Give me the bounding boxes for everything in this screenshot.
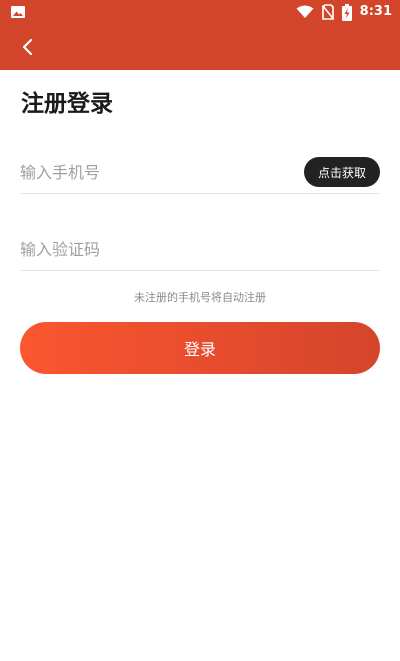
code-field-row — [20, 227, 380, 271]
auto-register-hint: 未注册的手机号将自动注册 — [134, 291, 266, 304]
image-notification-icon — [11, 6, 25, 18]
app-bar: 8:31 — [0, 0, 400, 70]
chevron-left-icon — [22, 38, 33, 56]
login-button[interactable]: 登录 — [20, 322, 380, 374]
back-button[interactable] — [12, 32, 44, 62]
status-time: 8:31 — [359, 4, 392, 19]
login-screen: 8:31 注册登录 点击获取 未注册的手机号将自动注册 登录 — [0, 0, 400, 661]
status-icons: 8:31 — [296, 3, 392, 21]
toolbar — [0, 24, 400, 70]
verification-code-input[interactable] — [20, 227, 380, 271]
status-bar: 8:31 — [0, 0, 400, 24]
no-sim-icon — [321, 4, 334, 20]
phone-input[interactable] — [20, 150, 290, 194]
page-title: 注册登录 — [21, 91, 113, 117]
phone-field-row: 点击获取 — [20, 150, 380, 194]
wifi-icon — [296, 5, 314, 18]
get-code-button[interactable]: 点击获取 — [304, 157, 380, 187]
battery-charging-icon — [341, 3, 352, 21]
